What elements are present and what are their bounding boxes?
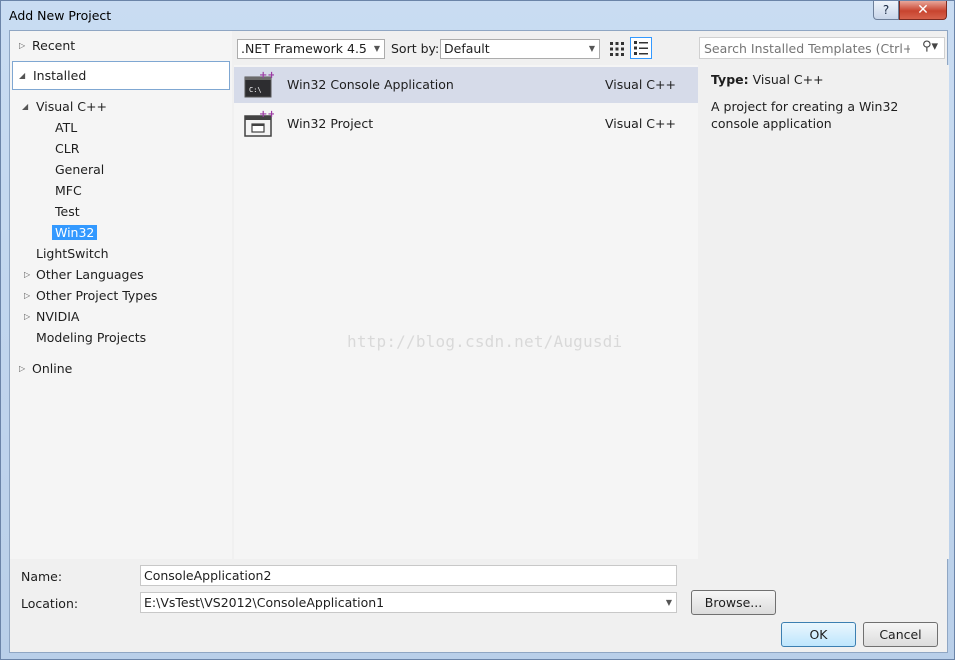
chevron-down-icon[interactable]: ▼ [666, 593, 672, 612]
search-input[interactable] [700, 38, 910, 58]
name-field-value: ConsoleApplication2 [144, 568, 272, 583]
collapse-arrow-icon[interactable]: ◢ [19, 66, 25, 85]
template-toolbar: .NET Framework 4.5 ▼ Sort by: Default ▼ [234, 31, 698, 65]
svg-text:C:\: C:\ [249, 86, 262, 94]
location-field[interactable]: E:\VsTest\VS2012\ConsoleApplication1 ▼ [140, 592, 677, 613]
help-button[interactable]: ? [873, 1, 899, 20]
title-bar[interactable]: Add New Project ? ✕ [1, 1, 954, 29]
tree-item-label: NVIDIA [36, 309, 80, 324]
type-value: Visual C++ [752, 72, 824, 87]
small-icons-view-button[interactable] [630, 37, 652, 59]
name-label: Name: [21, 569, 63, 584]
type-label: Type: [711, 72, 749, 87]
chevron-down-icon: ▼ [588, 44, 595, 53]
tree-item-atl[interactable]: ATL [55, 118, 77, 137]
template-item-win32-project[interactable]: ++ Win32 Project Visual C++ [234, 106, 698, 142]
expand-arrow-icon[interactable]: ▷ [24, 286, 30, 305]
window-title: Add New Project [9, 8, 112, 23]
close-button[interactable]: ✕ [899, 1, 947, 20]
template-description: A project for creating a Win32 console a… [711, 99, 899, 131]
tree-item-modeling-projects[interactable]: Modeling Projects [36, 328, 146, 347]
template-name: Win32 Project [287, 116, 374, 131]
search-icon[interactable]: ⚲▾ [922, 39, 938, 54]
list-view-icon [634, 41, 648, 55]
sort-select-value: Default [444, 41, 490, 56]
tree-item-clr[interactable]: CLR [55, 139, 79, 158]
grid-view-icon [610, 42, 624, 56]
tree-item-label: Installed [33, 68, 87, 83]
ok-button[interactable]: OK [781, 622, 856, 647]
tree-item-mfc[interactable]: MFC [55, 181, 82, 200]
watermark-text: http://blog.csdn.net/Augusdi [347, 332, 623, 351]
tree-item-test[interactable]: Test [55, 202, 80, 221]
expand-arrow-icon[interactable]: ▷ [24, 307, 30, 326]
template-language: Visual C++ [605, 116, 676, 131]
browse-button[interactable]: Browse... [691, 590, 776, 615]
framework-select[interactable]: .NET Framework 4.5 ▼ [237, 39, 385, 59]
template-category-tree: ▷ Recent ◢ Installed ◢ Visual C++ ATL CL… [10, 31, 232, 559]
template-item-win32-console-application[interactable]: C:\ ++ Win32 Console Application Visual … [234, 67, 698, 103]
sort-by-label: Sort by: [391, 41, 440, 56]
tree-item-win32[interactable]: Win32 [52, 223, 98, 242]
expand-arrow-icon[interactable]: ▷ [19, 359, 25, 378]
tree-item-label: Other Languages [36, 267, 144, 282]
chevron-down-icon: ▼ [373, 44, 380, 53]
tree-item-label: Online [32, 361, 73, 376]
win32-project-icon: ++ [244, 110, 274, 137]
location-label: Location: [21, 596, 79, 611]
template-details-panel: Type: Visual C++ A project for creating … [699, 65, 949, 559]
template-type-row: Type: Visual C++ [711, 72, 824, 87]
location-field-value: E:\VsTest\VS2012\ConsoleApplication1 [144, 595, 385, 610]
dialog-window: Add New Project ? ✕ ▷ Recent ◢ Installed… [0, 0, 955, 660]
tree-item-label: Visual C++ [36, 99, 107, 114]
medium-icons-view-button[interactable] [606, 38, 628, 60]
svg-text:++: ++ [259, 71, 274, 81]
tree-item-label-selected: Win32 [52, 225, 98, 240]
expand-arrow-icon[interactable]: ▷ [19, 36, 25, 55]
tree-item-label: Recent [32, 38, 76, 53]
template-name: Win32 Console Application [287, 77, 454, 92]
tree-item-lightswitch[interactable]: LightSwitch [36, 244, 109, 263]
template-language: Visual C++ [605, 77, 676, 92]
sort-select[interactable]: Default ▼ [440, 39, 600, 59]
console-app-icon: C:\ ++ [244, 71, 274, 98]
collapse-arrow-icon[interactable]: ◢ [22, 97, 28, 116]
tree-item-general[interactable]: General [55, 160, 104, 179]
template-search-box[interactable]: ⚲▾ [699, 37, 945, 59]
name-field[interactable]: ConsoleApplication2 [140, 565, 677, 586]
tree-item-label: Other Project Types [36, 288, 158, 303]
template-list: C:\ ++ Win32 Console Application Visual … [234, 65, 698, 559]
tree-item-installed[interactable]: ◢ Installed [12, 61, 230, 90]
svg-text:++: ++ [259, 110, 274, 120]
cancel-button[interactable]: Cancel [863, 622, 938, 647]
expand-arrow-icon[interactable]: ▷ [24, 265, 30, 284]
framework-select-value: .NET Framework 4.5 [241, 41, 367, 56]
